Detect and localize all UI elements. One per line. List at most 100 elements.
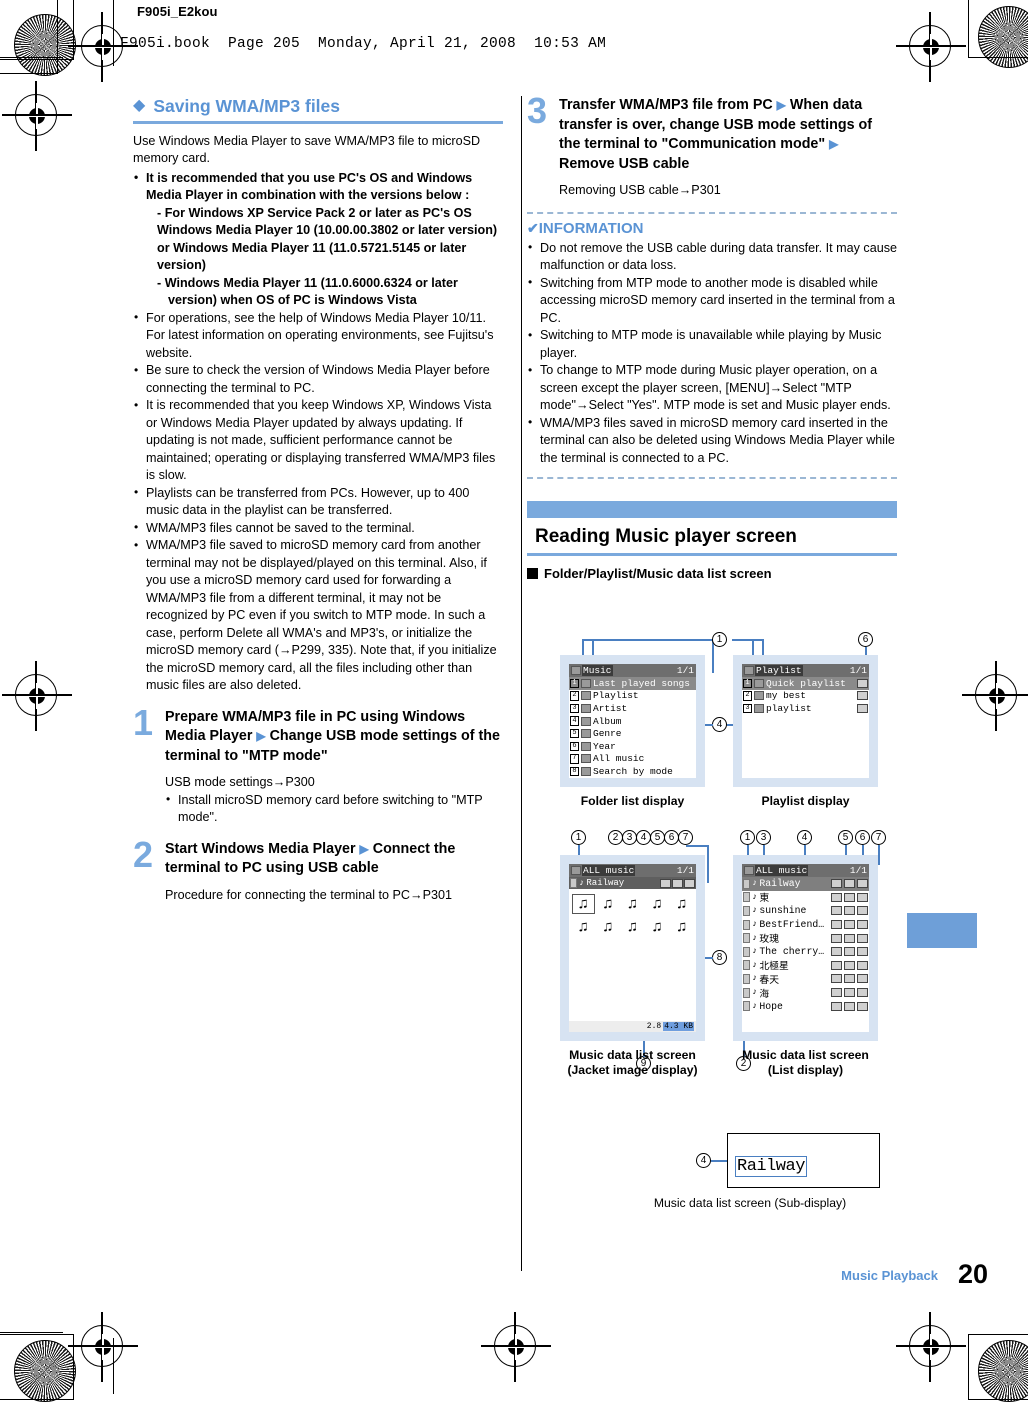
music-note-icon: ♪ [752, 919, 758, 930]
jacket-thumb[interactable]: ♫ [621, 894, 644, 914]
lcd-row[interactable]: 7 All music [569, 753, 696, 766]
lcd-row[interactable]: 2 Playlist [569, 690, 696, 703]
track-row[interactable]: ♪ sunshine [742, 904, 869, 918]
registration-target-br [896, 1312, 966, 1382]
lcd-row[interactable]: 2 my best [742, 690, 869, 703]
step-title: Prepare WMA/MP3 file in PC using Windows… [165, 708, 503, 767]
lcd-row[interactable]: 4 Album [569, 715, 696, 728]
list-item: It is recommended that you keep Windows … [133, 397, 503, 485]
column-divider [521, 96, 522, 1271]
callout-7-list: 7 [871, 830, 886, 845]
lcd-title-text: ALL music [755, 865, 809, 876]
jacket-thumb[interactable]: ♫ [646, 917, 669, 937]
playlist-icon [754, 678, 764, 688]
lcd-title-bar: Music 1/1 [569, 664, 696, 677]
lcd-row[interactable]: 3 Artist [569, 702, 696, 715]
triangle-icon: ▶ [829, 137, 839, 151]
folder-icon [571, 866, 581, 875]
section-rule [133, 121, 503, 124]
jacket-thumb[interactable]: ♫ [572, 894, 595, 914]
save-icon [831, 947, 842, 957]
callout-1-jacket: 1 [571, 830, 586, 845]
lcd-row[interactable]: 8 Search by mode [569, 765, 696, 778]
lock-icon [844, 933, 855, 943]
lcd-row[interactable]: 1 Last played songs [569, 677, 696, 690]
list-item: WMA/MP3 file saved to microSD memory car… [133, 537, 503, 695]
callout-1-top: 1 [712, 632, 727, 647]
track-row[interactable]: ♪ BestFriend… [742, 918, 869, 932]
row-label: Artist [593, 702, 628, 714]
folder-icon [571, 666, 581, 675]
folder-icon [581, 678, 591, 688]
band-rule [527, 553, 897, 556]
row-number: 8 [570, 766, 579, 777]
lcd-row[interactable]: 1 Quick playlist [742, 677, 869, 690]
step-reference: Procedure for connecting the terminal to… [165, 887, 453, 902]
list-item: Be sure to check the version of Windows … [133, 362, 503, 397]
track-row[interactable]: ♪ 海 [742, 986, 869, 1000]
playlist-icon [754, 703, 764, 713]
track-row[interactable]: ♪ 春天 [742, 972, 869, 986]
jacket-thumb[interactable]: ♫ [621, 917, 644, 937]
save-icon [660, 878, 671, 888]
music-note-icon: ♪ [752, 946, 758, 957]
jacket-grid: ♫ ♫ ♫ ♫ ♫ ♫ ♫ ♫ ♫ ♫ [569, 889, 696, 937]
music-note-icon: ♪ [752, 905, 758, 916]
jacket-thumb[interactable]: ♫ [597, 894, 620, 914]
callout-5-jacket: 5 [650, 830, 665, 845]
row-number: 4 [570, 716, 579, 726]
track-row[interactable]: ♪ Hope [742, 999, 869, 1013]
row-label: Album [593, 715, 622, 727]
lcd-music-list: ALL music 1/1 ♪ Railway ♪ 東 ♪ sunshine ♪… [742, 864, 869, 1032]
jacket-thumb[interactable]: ♫ [670, 917, 693, 937]
lock-icon [844, 879, 855, 889]
step-title-part1: Transfer WMA/MP3 file from PC [559, 97, 777, 113]
memory-bar-icon [743, 973, 750, 984]
step-number: 1 [133, 701, 154, 743]
registration-target-left [2, 661, 72, 731]
track-row[interactable]: ♪ 玫瑰 [742, 931, 869, 945]
jacket-thumb[interactable]: ♫ [572, 917, 595, 937]
step-body: Transfer WMA/MP3 file from PC ▶ When dat… [559, 96, 897, 174]
screen-caption-line2: (Jacket image display) [567, 1063, 698, 1077]
jacket-thumb[interactable]: ♫ [646, 894, 669, 914]
lcd-row[interactable]: 3 playlist [742, 702, 869, 715]
track-name: 春天 [759, 974, 779, 986]
info-icon [857, 879, 868, 889]
row-number: 2 [570, 691, 579, 701]
track-row[interactable]: ♪ Railway [742, 877, 869, 891]
track-row[interactable]: ♪ 北極星 [742, 959, 869, 972]
crop-line-bottom [0, 1332, 63, 1334]
information-list: Do not remove the USB cable during data … [527, 239, 897, 468]
track-row[interactable]: ♪ The cherry… [742, 945, 869, 959]
lcd-row[interactable]: 6 Year [569, 740, 696, 753]
save-icon [831, 879, 842, 889]
memory-icon [857, 703, 868, 713]
callout-4-list: 4 [797, 830, 812, 845]
lcd-row[interactable]: 5 Genre [569, 727, 696, 740]
sub-note-0: - For Windows XP Service Pack 2 or later… [146, 205, 503, 310]
memory-bar-icon [743, 878, 750, 889]
row-number: 1 [743, 678, 752, 689]
crop-box-br [968, 1334, 1028, 1400]
save-icon [831, 933, 842, 943]
step-title: Start Windows Media Player ▶ Connect the… [165, 840, 503, 879]
subsection-heading: Folder/Playlist/Music data list screen [527, 566, 897, 581]
callout-number: 4 [700, 1154, 707, 1166]
screen-caption-line1: Music data list screen [742, 1048, 869, 1062]
crop-line-bottom-left [113, 1338, 115, 1394]
document-id: F905i_E2kou [137, 4, 218, 19]
list-item: Switching to MTP mode is unavailable whi… [527, 327, 897, 362]
lock-icon [844, 988, 855, 998]
folder-icon [744, 866, 754, 875]
check-icon: ✔ [527, 219, 539, 236]
screen-caption-line2: (List display) [767, 1063, 844, 1077]
jacket-thumb[interactable]: ♫ [670, 894, 693, 914]
track-name: BestFriend… [759, 919, 825, 931]
jacket-thumb[interactable]: ♫ [597, 917, 620, 937]
registration-target-right [962, 661, 1028, 731]
crop-box-tl2 [0, 0, 58, 74]
right-column: 3 Transfer WMA/MP3 file from PC ▶ When d… [527, 93, 897, 581]
registration-target-tl2 [2, 81, 72, 151]
track-row[interactable]: ♪ 東 [742, 891, 869, 904]
